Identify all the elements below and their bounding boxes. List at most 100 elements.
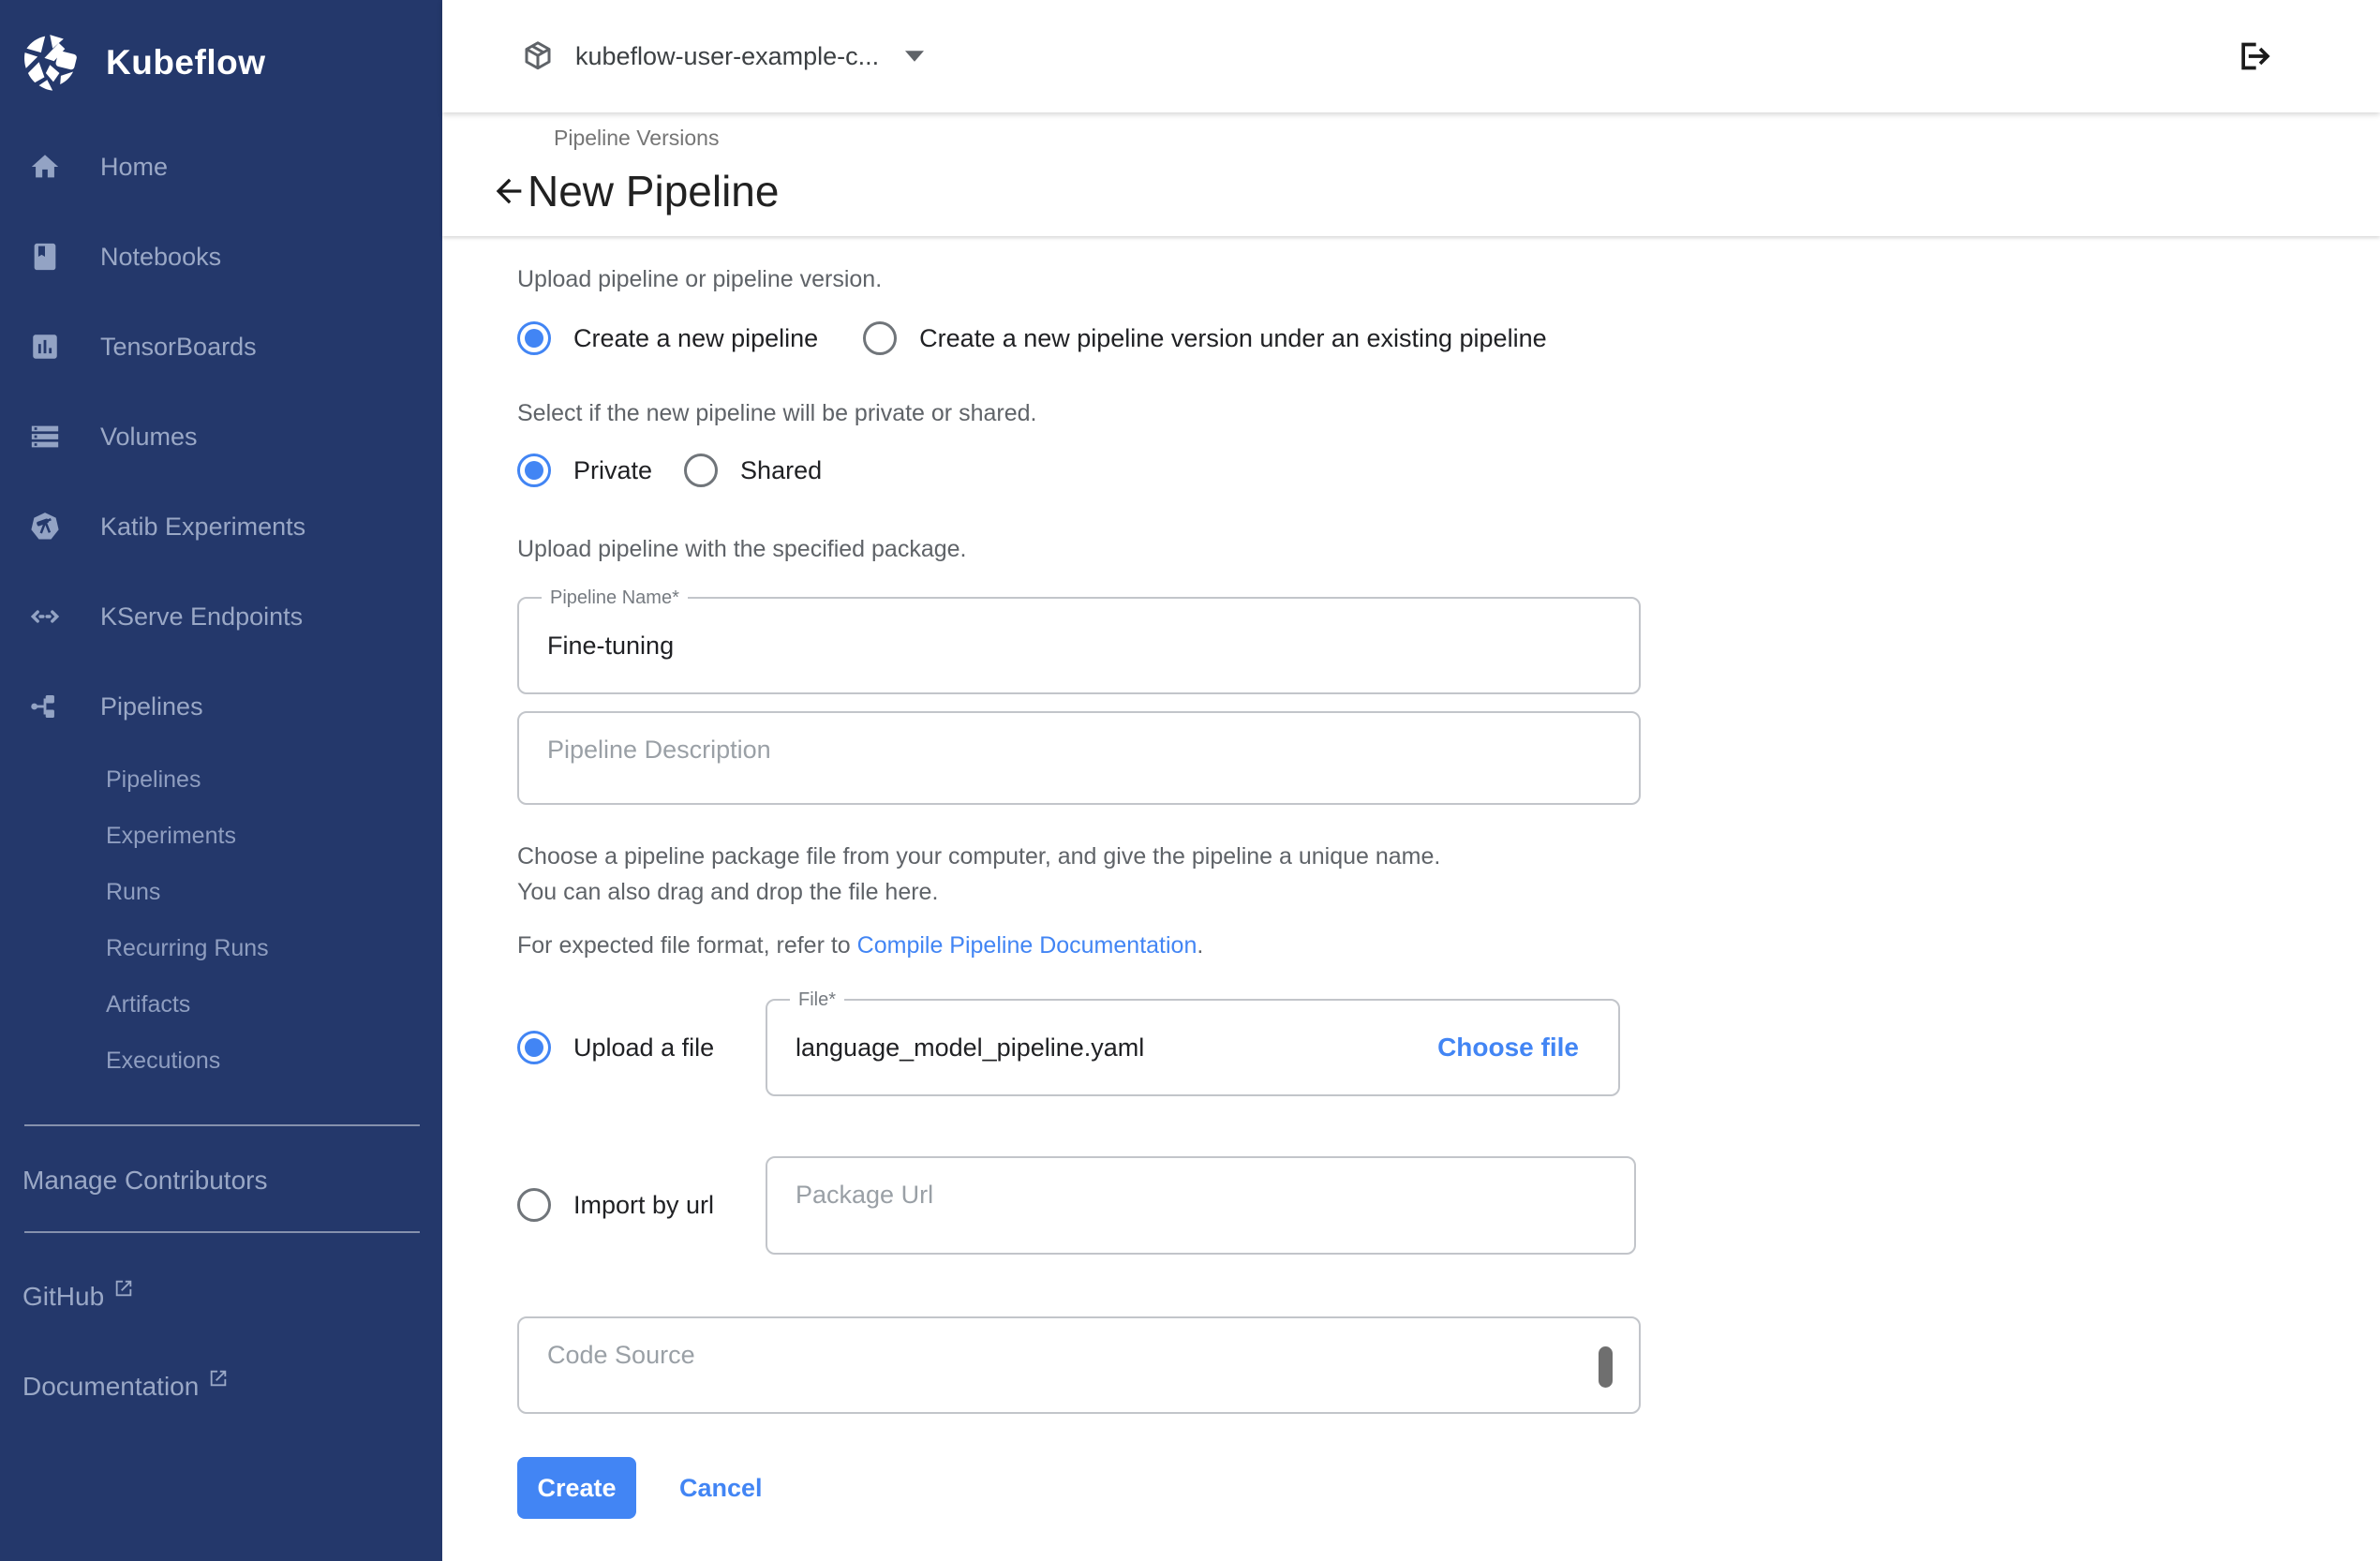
create-button[interactable]: Create [517, 1457, 636, 1519]
sidebar-subitem-experiments[interactable]: Experiments [0, 808, 442, 864]
sidebar-subitem-executions[interactable]: Executions [0, 1033, 442, 1089]
sidebar-subitem-pipelines[interactable]: Pipelines [0, 751, 442, 808]
sidebar-item-label: Pipelines [100, 692, 203, 721]
subitem-label: Artifacts [106, 991, 190, 1018]
sidebar-item-label: KServe Endpoints [100, 602, 303, 632]
radio-upload-file-label[interactable]: Upload a file [573, 1033, 714, 1063]
sidebar-item-volumes[interactable]: Volumes [0, 392, 442, 482]
page-header: Pipeline Versions New Pipeline [442, 112, 2380, 236]
pipeline-description-field [517, 711, 1641, 805]
import-url-row: Import by url [517, 1156, 2380, 1255]
subitem-label: Executions [106, 1048, 220, 1075]
storage-icon [29, 421, 61, 453]
double-arrow-icon [29, 601, 61, 632]
external-link-icon [208, 1368, 229, 1389]
file-help-line1: Choose a pipeline package file from your… [517, 839, 2380, 874]
pipeline-type-radio-group: Create a new pipeline Create a new pipel… [517, 321, 2380, 355]
pipeline-name-input[interactable] [519, 599, 1639, 692]
sidebar-divider [24, 1231, 420, 1233]
radio-create-new-pipeline[interactable] [517, 321, 551, 355]
radio-import-url-label[interactable]: Import by url [573, 1191, 714, 1220]
logo-text: Kubeflow [106, 43, 265, 82]
radio-create-new-pipeline-label[interactable]: Create a new pipeline [573, 324, 818, 353]
back-arrow-icon[interactable] [490, 172, 528, 210]
radio-private-label[interactable]: Private [573, 456, 652, 485]
subitem-label: Recurring Runs [106, 935, 269, 962]
breadcrumb: Pipeline Versions [554, 122, 2380, 151]
cube-icon [521, 39, 555, 73]
sidebar-item-notebooks[interactable]: Notebooks [0, 212, 442, 302]
subitem-label: Experiments [106, 823, 236, 850]
radio-create-new-version[interactable] [863, 321, 897, 355]
package-hint: Upload pipeline with the specified packa… [517, 536, 2380, 563]
subitem-label: Pipelines [106, 766, 201, 794]
home-icon [29, 151, 61, 183]
notebook-icon [29, 241, 61, 273]
sidebar-item-manage-contributors[interactable]: Manage Contributors [0, 1126, 442, 1196]
sidebar-nav: Home Notebooks TensorBoards Volumes [0, 122, 442, 1089]
sidebar-item-home[interactable]: Home [0, 122, 442, 212]
pipelines-sub-menu: Pipelines Experiments Runs Recurring Run… [0, 751, 442, 1089]
documentation-label: Documentation [22, 1372, 199, 1402]
top-toolbar: kubeflow-user-example-c... [442, 0, 2380, 112]
subitem-label: Runs [106, 879, 160, 906]
sidebar-subitem-runs[interactable]: Runs [0, 864, 442, 920]
kubeflow-logo-icon [18, 30, 83, 96]
radio-create-new-version-label[interactable]: Create a new pipeline version under an e… [919, 324, 1546, 353]
main-area: kubeflow-user-example-c... Pipeline Vers… [442, 0, 2380, 1561]
cancel-button[interactable]: Cancel [674, 1473, 768, 1504]
visibility-radio-group: Private Shared [517, 453, 2380, 487]
code-source-field [517, 1316, 1641, 1414]
choose-file-button[interactable]: Choose file [1437, 1033, 1618, 1063]
upload-type-hint: Upload pipeline or pipeline version. [517, 266, 2380, 293]
external-link-icon [113, 1278, 134, 1299]
sidebar-link-documentation[interactable]: Documentation [0, 1372, 442, 1402]
bar-chart-icon [29, 331, 61, 363]
package-url-field [766, 1156, 1636, 1255]
format-line: For expected file format, refer to Compi… [517, 932, 2380, 959]
sidebar-item-label: Volumes [100, 423, 198, 452]
sidebar-item-kserve-endpoints[interactable]: KServe Endpoints [0, 572, 442, 662]
sidebar: Kubeflow Home Notebooks TensorBoards Vol… [0, 0, 442, 1561]
file-label: File* [790, 989, 844, 1011]
pipeline-name-field: Pipeline Name* [517, 597, 1641, 694]
pipeline-graph-icon [29, 691, 61, 722]
radio-import-url[interactable] [517, 1188, 551, 1222]
sidebar-link-github[interactable]: GitHub [0, 1282, 442, 1312]
compile-pipeline-doc-link[interactable]: Compile Pipeline Documentation [857, 932, 1197, 959]
kubeflow-app: Kubeflow Home Notebooks TensorBoards Vol… [0, 0, 2380, 1561]
format-prefix: For expected file format, refer to [517, 932, 857, 959]
sidebar-item-katib-experiments[interactable]: Katib Experiments [0, 482, 442, 572]
sidebar-item-label: Katib Experiments [100, 513, 305, 542]
code-source-input[interactable] [519, 1318, 1639, 1412]
radio-private[interactable] [517, 453, 551, 487]
radio-shared[interactable] [684, 453, 718, 487]
radio-upload-file[interactable] [517, 1031, 551, 1064]
sidebar-item-pipelines[interactable]: Pipelines [0, 662, 442, 751]
file-field: File* language_model_pipeline.yaml Choos… [766, 999, 1620, 1096]
sidebar-subitem-artifacts[interactable]: Artifacts [0, 976, 442, 1033]
format-suffix: . [1197, 932, 1203, 959]
form-actions: Create Cancel [517, 1457, 2380, 1519]
logo[interactable]: Kubeflow [0, 0, 442, 105]
sidebar-subitem-recurring-runs[interactable]: Recurring Runs [0, 920, 442, 976]
pipeline-description-input[interactable] [519, 713, 1639, 803]
scrollbar-thumb[interactable] [1599, 1346, 1613, 1388]
sidebar-item-label: Notebooks [100, 243, 221, 272]
upload-file-row: Upload a file File* language_model_pipel… [517, 999, 2380, 1096]
file-help-line2: You can also drag and drop the file here… [517, 874, 2380, 910]
telescope-heptagon-icon [29, 511, 61, 543]
page-title: New Pipeline [528, 166, 779, 216]
new-pipeline-form: Upload pipeline or pipeline version. Cre… [442, 236, 2380, 1561]
namespace-selector[interactable]: kubeflow-user-example-c... [521, 39, 924, 73]
sidebar-item-label: Home [100, 153, 168, 182]
logout-icon[interactable] [2235, 37, 2272, 75]
radio-shared-label[interactable]: Shared [740, 456, 822, 485]
file-name-value: language_model_pipeline.yaml [767, 1033, 1437, 1063]
sidebar-item-tensorboards[interactable]: TensorBoards [0, 302, 442, 392]
visibility-hint: Select if the new pipeline will be priva… [517, 400, 2380, 427]
github-label: GitHub [22, 1282, 104, 1312]
package-url-input[interactable] [767, 1158, 1634, 1253]
sidebar-item-label: TensorBoards [100, 333, 257, 362]
pipeline-name-label: Pipeline Name* [542, 587, 688, 609]
